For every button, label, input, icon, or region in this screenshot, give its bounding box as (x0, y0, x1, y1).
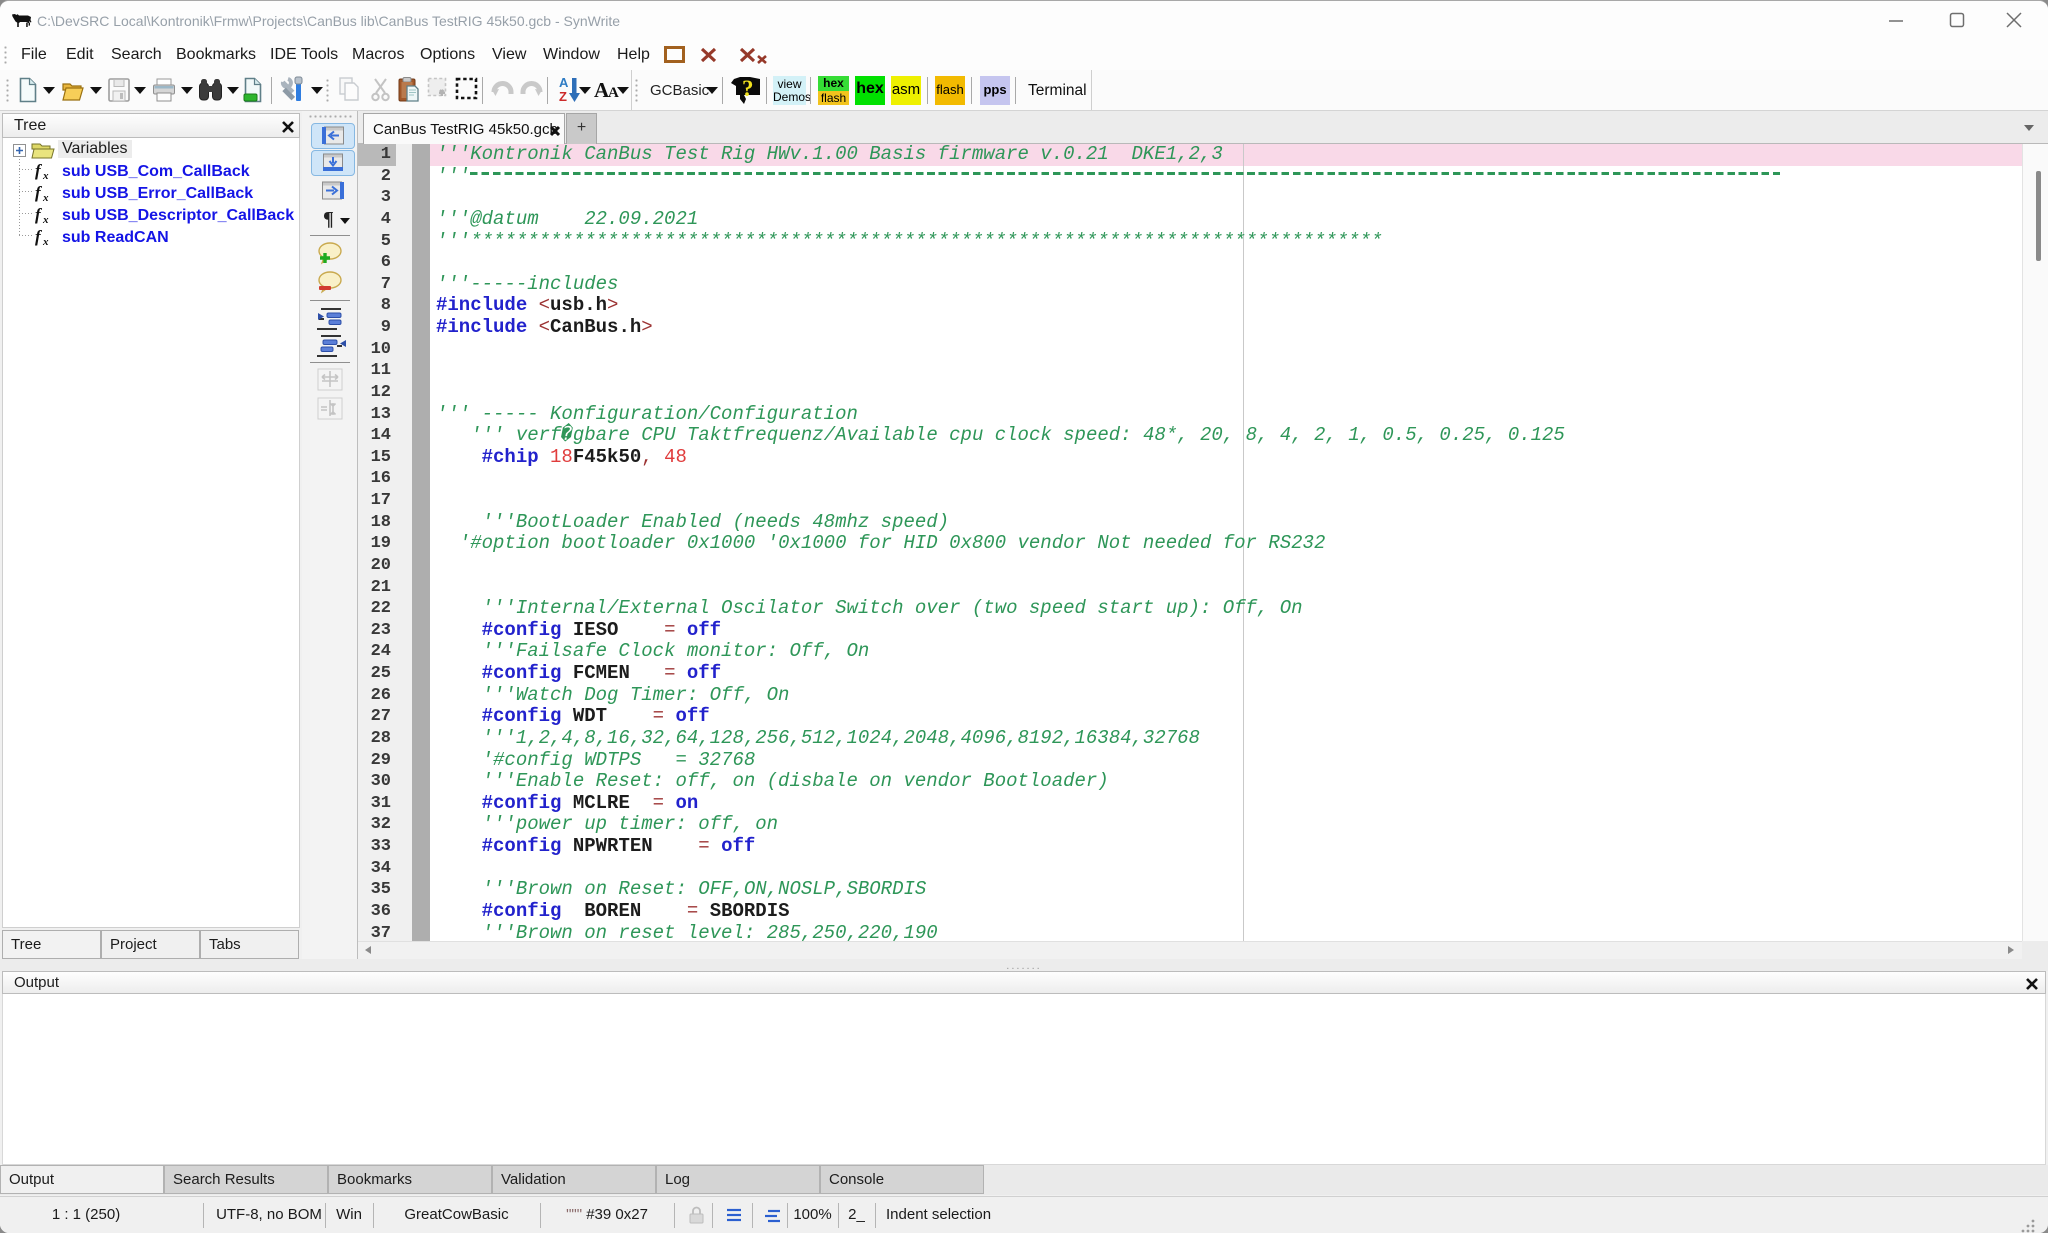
svg-text:x: x (42, 214, 49, 225)
svg-text:f: f (35, 227, 43, 246)
svg-text:f: f (35, 183, 43, 202)
svg-text:x: x (42, 192, 49, 203)
svg-text:x: x (42, 170, 49, 181)
svg-text:?: ? (742, 76, 754, 101)
svg-text:A: A (559, 76, 569, 90)
svg-text:Z: Z (559, 89, 567, 104)
svg-text:x: x (42, 236, 49, 247)
svg-text:f: f (35, 205, 43, 224)
svg-text:f: f (35, 161, 43, 180)
